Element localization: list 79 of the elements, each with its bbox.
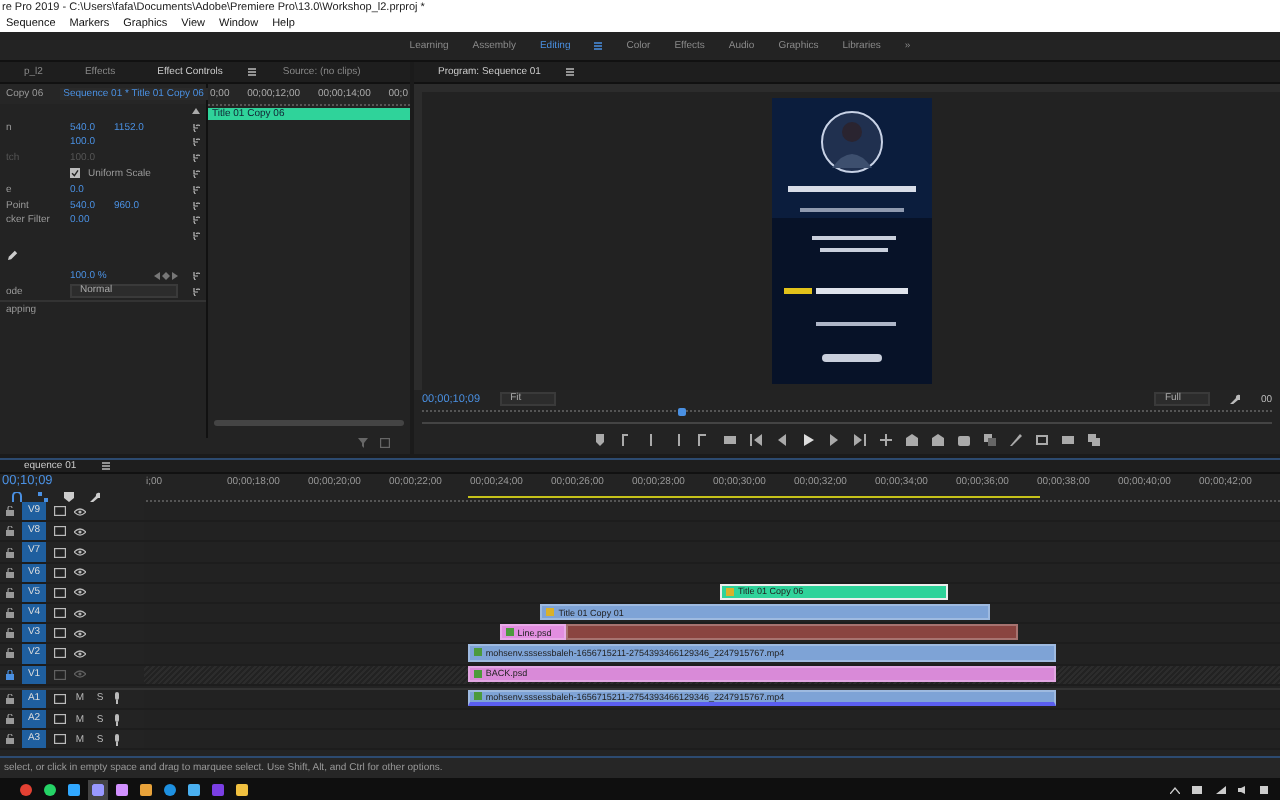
menu-icon[interactable]	[248, 67, 257, 76]
lock-icon[interactable]	[6, 567, 14, 578]
play-icon[interactable]	[802, 434, 814, 447]
microphone-icon[interactable]	[114, 713, 120, 726]
lock-icon[interactable]	[6, 628, 14, 639]
lock-icon[interactable]	[6, 648, 14, 659]
lock-icon[interactable]	[6, 669, 14, 680]
reset-icon[interactable]	[192, 123, 200, 132]
menu-icon[interactable]	[594, 41, 603, 50]
eye-icon[interactable]	[74, 588, 86, 597]
fx-badge-icon	[473, 692, 482, 701]
mark-in-icon[interactable]	[620, 434, 632, 447]
eye-icon[interactable]	[74, 548, 86, 557]
microphone-icon[interactable]	[114, 692, 120, 705]
lock-icon[interactable]	[6, 734, 14, 745]
extract-icon[interactable]	[932, 434, 944, 447]
checkbox[interactable]	[70, 168, 80, 179]
compare-icon[interactable]	[984, 434, 996, 447]
microphone-icon[interactable]	[114, 733, 120, 746]
export-icon[interactable]	[380, 438, 390, 449]
eye-icon[interactable]	[74, 568, 86, 577]
pen-icon[interactable]	[1010, 434, 1022, 447]
reset-icon[interactable]	[192, 138, 200, 147]
marker-icon[interactable]	[594, 434, 606, 447]
menu-icon[interactable]	[566, 67, 575, 76]
lock-icon[interactable]	[6, 547, 14, 558]
reset-icon[interactable]	[192, 216, 200, 225]
reset-icon[interactable]	[192, 201, 200, 210]
eye-icon[interactable]	[74, 649, 86, 658]
reset-icon[interactable]	[192, 154, 200, 163]
safe-margins-icon[interactable]	[1036, 434, 1048, 447]
lock-icon[interactable]	[6, 608, 14, 619]
snap-icon[interactable]	[12, 492, 22, 503]
add-keyframe-icon[interactable]	[162, 271, 170, 280]
fx-badge-icon	[505, 628, 514, 637]
mark-in-icon[interactable]	[646, 434, 658, 447]
menu-icon[interactable]	[102, 462, 111, 471]
next-keyframe-icon[interactable]	[172, 271, 178, 280]
lock-icon[interactable]	[6, 587, 14, 598]
wrench-icon[interactable]	[90, 492, 100, 503]
reset-icon[interactable]	[192, 287, 200, 296]
filter-icon[interactable]	[358, 438, 368, 449]
fx-badge-icon	[725, 587, 734, 596]
mark-out-icon[interactable]	[672, 434, 684, 447]
fx-badge-icon	[473, 669, 482, 678]
lock-icon[interactable]	[6, 506, 14, 517]
lift-icon[interactable]	[906, 434, 918, 447]
speaker-icon[interactable]	[1238, 785, 1248, 794]
lock-icon[interactable]	[6, 714, 14, 725]
lock-icon[interactable]	[6, 693, 14, 704]
reset-icon[interactable]	[192, 232, 200, 241]
reset-icon[interactable]	[192, 185, 200, 194]
go-to-in-icon[interactable]	[750, 434, 762, 447]
step-forward-icon[interactable]	[828, 434, 840, 447]
step-back-icon[interactable]	[776, 434, 788, 447]
trim-icon[interactable]	[880, 434, 892, 447]
reset-icon[interactable]	[192, 271, 200, 280]
wrench-icon[interactable]	[1230, 394, 1241, 405]
eye-icon[interactable]	[74, 507, 86, 516]
fx-badge-icon	[473, 648, 482, 657]
overlay-icon[interactable]	[1088, 434, 1100, 447]
eye-icon[interactable]	[74, 609, 86, 618]
pen-icon[interactable]	[6, 250, 18, 263]
collapse-icon[interactable]	[192, 108, 200, 115]
eye-icon[interactable]	[74, 629, 86, 638]
reset-icon[interactable]	[192, 169, 200, 178]
chevron-up-icon[interactable]	[1170, 785, 1180, 794]
go-to-in-icon[interactable]	[698, 434, 710, 447]
previous-keyframe-icon[interactable]	[154, 271, 160, 280]
fx-badge-icon	[546, 608, 555, 617]
lock-icon[interactable]	[6, 526, 14, 537]
playhead[interactable]	[677, 408, 685, 417]
timeline-clip[interactable]	[565, 624, 1019, 641]
signal-icon[interactable]	[1216, 785, 1226, 794]
eye-icon[interactable]	[74, 527, 86, 536]
linked-selection-icon[interactable]	[38, 492, 48, 503]
marker-icon[interactable]	[64, 492, 74, 503]
go-to-out-icon[interactable]	[854, 434, 866, 447]
scroll-bar[interactable]	[214, 420, 404, 427]
